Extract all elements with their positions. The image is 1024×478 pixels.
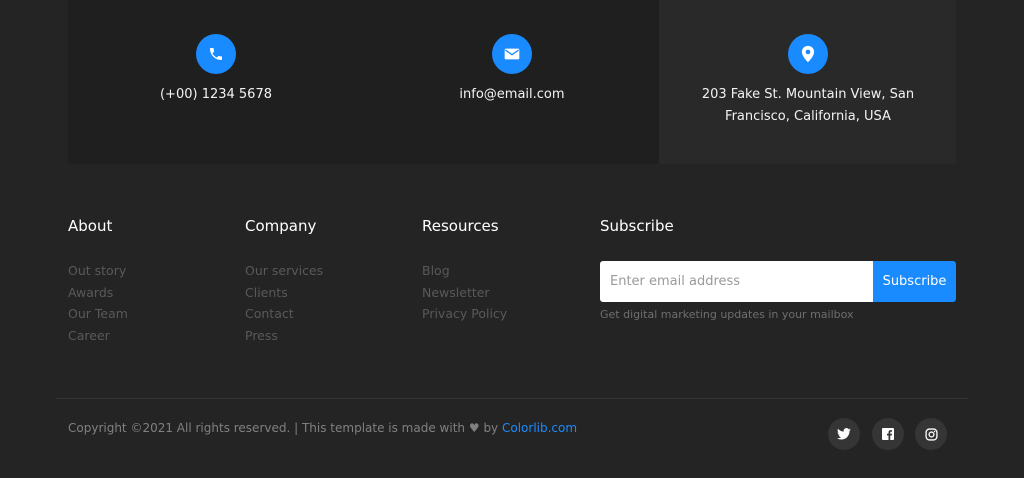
footer-heading-about: About [68, 217, 113, 235]
contact-phone-text: (+00) 1234 5678 [159, 87, 272, 102]
envelope-icon [492, 34, 532, 74]
copyright-prefix: Copyright ©2021 All rights reserved. | T… [68, 421, 466, 435]
contact-email-text[interactable]: info@email.com [364, 84, 660, 106]
footer-col-about: About Out story Awards Our Team Career [68, 216, 128, 343]
contact-address-text: 203 Fake St. Mountain View, San Francisc… [701, 87, 915, 124]
footer-heading-resources: Resources [422, 217, 499, 235]
facebook-icon [882, 428, 894, 440]
twitter-icon [837, 428, 851, 440]
footer-link-our-services[interactable]: Our services [245, 263, 323, 278]
footer-link-career[interactable]: Career [68, 328, 110, 343]
footer-link-privacy-policy[interactable]: Privacy Policy [422, 306, 507, 321]
contact-phone: (+00) 1234 5678 [68, 0, 364, 164]
footer-divider [56, 398, 968, 399]
contact-strip: (+00) 1234 5678 info@email.com 203 Fake … [68, 0, 956, 164]
footer-link-contact[interactable]: Contact [245, 306, 294, 321]
twitter-button[interactable] [828, 418, 860, 450]
contact-address: 203 Fake St. Mountain View, San Francisc… [660, 0, 956, 164]
facebook-button[interactable] [872, 418, 904, 450]
company-links: Our services Clients Contact Press [245, 260, 323, 346]
footer-link-press[interactable]: Press [245, 328, 278, 343]
subscribe-hint: Get digital marketing updates in your ma… [600, 308, 854, 321]
subscribe-form: Subscribe [600, 261, 956, 302]
copyright-by: by [483, 421, 499, 435]
footer-link-our-team[interactable]: Our Team [68, 306, 128, 321]
heart-icon: ♥ [468, 421, 480, 435]
map-pin-icon [788, 34, 828, 74]
footer-link-newsletter[interactable]: Newsletter [422, 285, 490, 300]
about-links: Out story Awards Our Team Career [68, 260, 128, 346]
footer-heading-company: Company [245, 217, 317, 235]
email-subscribe-input[interactable] [600, 261, 873, 302]
instagram-button[interactable] [915, 418, 947, 450]
phone-icon [196, 34, 236, 74]
footer-link-blog[interactable]: Blog [422, 263, 450, 278]
contact-email: info@email.com [364, 0, 660, 164]
subscribe-button[interactable]: Subscribe [873, 261, 956, 302]
footer-col-resources: Resources Blog Newsletter Privacy Policy [422, 216, 507, 321]
footer-col-company: Company Our services Clients Contact Pre… [245, 216, 323, 343]
footer-heading-subscribe: Subscribe [600, 217, 674, 235]
resources-links: Blog Newsletter Privacy Policy [422, 260, 507, 325]
instagram-icon [924, 427, 938, 441]
copyright-text: Copyright ©2021 All rights reserved. | T… [68, 421, 577, 435]
footer-link-clients[interactable]: Clients [245, 285, 288, 300]
footer-link-out-story[interactable]: Out story [68, 263, 126, 278]
colorlib-link[interactable]: Colorlib.com [502, 421, 577, 435]
footer-col-subscribe: Subscribe [600, 216, 674, 236]
footer-link-awards[interactable]: Awards [68, 285, 113, 300]
